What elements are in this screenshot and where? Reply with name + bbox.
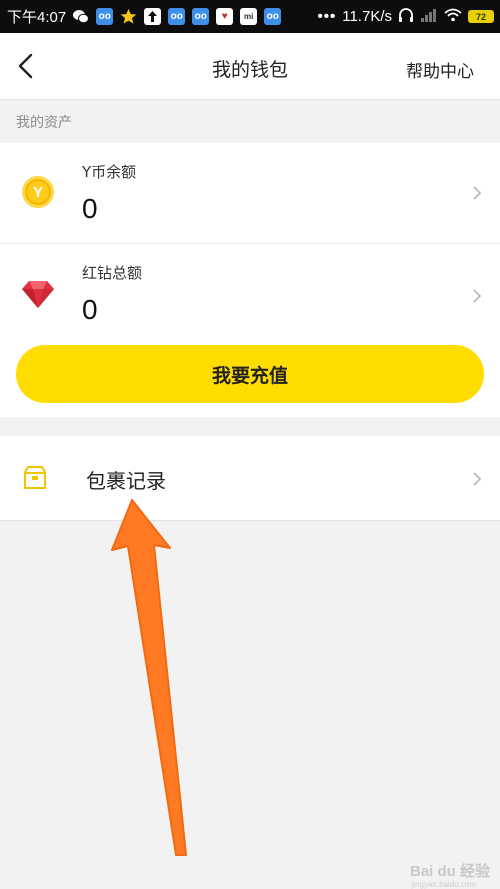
package-records-label: 包裹记录: [86, 469, 166, 493]
recharge-button[interactable]: 我要充值: [16, 345, 484, 403]
app-notification-icon: oo: [264, 8, 282, 25]
chevron-right-icon: [472, 288, 482, 304]
baidu-watermark-url: jingyan.baidu.com: [411, 880, 476, 889]
network-speed: 11.7K/s: [342, 8, 392, 25]
chevron-right-icon: [472, 471, 482, 487]
cellular-signal-icon: [420, 8, 438, 26]
diamond-total-value: 0: [82, 294, 98, 325]
heart-app-icon: ♥: [216, 8, 234, 25]
wechat-icon: [72, 8, 90, 25]
chevron-right-icon: [472, 185, 482, 201]
diamond-total-label: 红钻总额: [82, 264, 143, 282]
battery-icon: 72: [468, 10, 494, 23]
overflow-dots: •••: [317, 8, 337, 25]
app-notification-icon: oo: [168, 8, 186, 25]
package-box-icon: [22, 466, 48, 490]
star-icon: [120, 8, 137, 25]
diamond-total-row[interactable]: 红钻总额 0: [0, 244, 500, 344]
package-records-row[interactable]: 包裹记录: [0, 436, 500, 521]
y-coin-icon: Y: [22, 176, 54, 208]
coin-balance-label: Y币余额: [82, 163, 137, 181]
coin-balance-value: 0: [82, 193, 98, 224]
app-notification-icon: oo: [96, 8, 114, 25]
status-time: 下午4:07: [7, 9, 67, 26]
baidu-watermark: Bai du 经验: [409, 863, 490, 880]
nav-bar: 我的钱包 帮助中心: [0, 33, 500, 100]
assets-section-label: 我的资产: [16, 115, 72, 131]
red-diamond-icon: [21, 279, 55, 309]
mi-store-icon: mi: [240, 8, 258, 25]
wifi-icon: [444, 8, 462, 26]
upload-icon: [144, 8, 162, 25]
status-bar: 下午4:07 oo oo oo ♥ mi oo ••• 11.7K/s 72: [0, 0, 500, 33]
help-center-link[interactable]: 帮助中心: [406, 57, 474, 82]
coin-balance-row[interactable]: Y Y币余额 0: [0, 143, 500, 243]
app-notification-icon: oo: [192, 8, 210, 25]
headphones-icon: [398, 7, 414, 27]
